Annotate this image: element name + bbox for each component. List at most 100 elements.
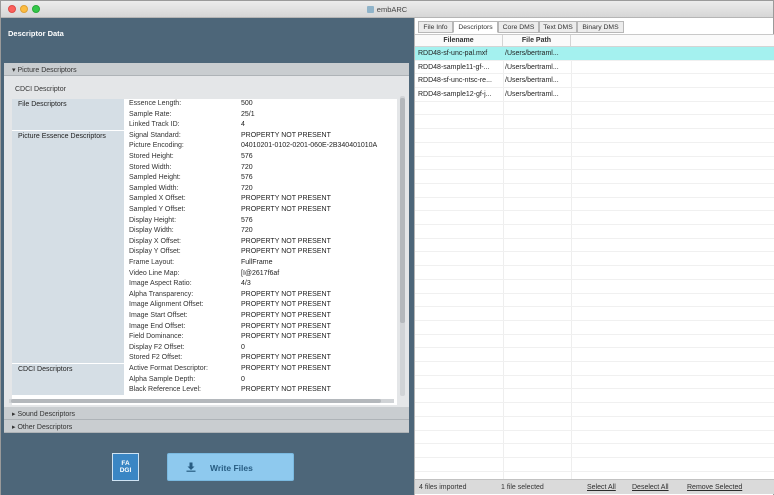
descriptor-value: 576 bbox=[241, 153, 253, 160]
descriptor-value: 720 bbox=[241, 184, 253, 192]
descriptor-row: Essence Length: 500 bbox=[124, 99, 397, 110]
descriptor-value: PROPERTY NOT PRESENT bbox=[241, 131, 331, 139]
descriptor-row: Alpha Transparency: PROPERTY NOT PRESENT bbox=[124, 290, 397, 301]
fadgi-logo: FA DGI bbox=[112, 453, 139, 481]
descriptor-key: Picture Encoding: bbox=[129, 142, 184, 150]
descriptor-row: Display Height: 576 bbox=[124, 216, 397, 227]
scrollbar-thumb[interactable] bbox=[11, 399, 381, 403]
descriptor-value: 720 bbox=[241, 163, 253, 171]
empty-row bbox=[415, 348, 774, 363]
descriptor-key: Frame Layout: bbox=[129, 259, 175, 266]
file-row[interactable]: RDD48-sample12-gf-j... /Users/bertraml... bbox=[415, 88, 774, 102]
empty-row bbox=[415, 294, 774, 308]
descriptor-key: Black Reference Level: bbox=[129, 386, 201, 394]
title-bar[interactable]: embARC bbox=[1, 1, 773, 18]
descriptor-value: 576 bbox=[241, 174, 253, 182]
section-cdci-descriptors: CDCI Descriptors bbox=[12, 364, 124, 396]
other-descriptors-label: ▸ Other Descriptors bbox=[12, 424, 73, 431]
logo-line2: DGI bbox=[119, 467, 132, 474]
vertical-scrollbar[interactable] bbox=[400, 96, 405, 396]
empty-row bbox=[415, 198, 774, 212]
descriptor-value: PROPERTY NOT PRESENT bbox=[241, 333, 331, 341]
descriptor-row: Image Aspect Ratio: 4/3 bbox=[124, 279, 397, 290]
descriptor-value: PROPERTY NOT PRESENT bbox=[241, 290, 331, 298]
descriptor-key: Sampled Width: bbox=[129, 184, 179, 192]
empty-row bbox=[415, 335, 774, 349]
tab-text-dms[interactable]: Text DMS bbox=[539, 21, 577, 33]
file-name: RDD48-sample11-gf-... bbox=[418, 63, 490, 71]
empty-row bbox=[415, 170, 774, 184]
empty-row bbox=[415, 253, 774, 267]
descriptor-key: Display X Offset: bbox=[129, 237, 182, 245]
scrollbar-thumb[interactable] bbox=[400, 98, 405, 323]
file-path: /Users/bertraml... bbox=[505, 91, 559, 99]
descriptor-value: PROPERTY NOT PRESENT bbox=[241, 206, 331, 213]
descriptor-value: 720 bbox=[241, 227, 253, 235]
file-row[interactable]: RDD48-sf-unc-pal.mxf/Users/bertraml... bbox=[415, 47, 774, 61]
descriptor-row: Display X Offset: PROPERTY NOT PRESENT bbox=[124, 237, 397, 248]
empty-row bbox=[415, 403, 774, 417]
horizontal-scrollbar[interactable] bbox=[9, 399, 394, 403]
picture-descriptors-toggle[interactable]: ▾ Picture Descriptors bbox=[4, 63, 409, 76]
descriptor-key: Stored F2 Offset: bbox=[129, 354, 183, 362]
section-picture-essence-descriptors: Picture Essence Descriptors bbox=[12, 130, 124, 364]
descriptor-value: PROPERTY NOT PRESENT bbox=[241, 248, 331, 256]
descriptor-value: 25/1 bbox=[241, 110, 255, 118]
empty-row bbox=[415, 280, 774, 294]
tab-core-dms[interactable]: Core DMS bbox=[498, 21, 539, 33]
descriptor-key: Image Start Offset: bbox=[129, 312, 188, 319]
descriptor-value: 576 bbox=[241, 216, 253, 224]
descriptor-key: Field Dominance: bbox=[129, 333, 184, 341]
column-header-filename[interactable]: Filename bbox=[415, 35, 503, 47]
file-name: RDD48-sf-unc-ntsc-re... bbox=[418, 77, 492, 85]
descriptor-key: Video Line Map: bbox=[129, 269, 180, 277]
tab-file-info[interactable]: File Info bbox=[418, 21, 453, 33]
tab-binary-dms[interactable]: Binary DMS bbox=[577, 21, 624, 33]
section-label: Picture Essence Descriptors bbox=[18, 132, 106, 140]
descriptor-row: Active Format Descriptor: PROPERTY NOT PR… bbox=[124, 364, 397, 375]
descriptor-value: FullFrame bbox=[241, 259, 273, 266]
descriptor-key: Display Height: bbox=[129, 216, 177, 224]
write-files-label: Write Files bbox=[210, 463, 253, 473]
empty-row bbox=[415, 321, 774, 335]
file-row[interactable]: RDD48-sf-unc-ntsc-re... /Users/bertraml..… bbox=[415, 74, 774, 89]
tab-descriptors[interactable]: Descriptors bbox=[453, 21, 498, 33]
descriptor-key: Image Aspect Ratio: bbox=[129, 280, 192, 288]
download-icon bbox=[186, 462, 196, 472]
deselect-all-link[interactable]: Deselect All bbox=[632, 484, 669, 491]
files-selected-count: 1 file selected bbox=[501, 484, 544, 491]
descriptor-key: Sampled Y Offset: bbox=[129, 206, 186, 213]
empty-row bbox=[415, 444, 774, 458]
descriptor-value: 04010201-0102-0201-060E-2B340401010A bbox=[241, 142, 378, 150]
sound-descriptors-toggle[interactable]: ▸ Sound Descriptors bbox=[4, 407, 409, 420]
descriptor-row: Sampled Height: 576 bbox=[124, 173, 397, 184]
descriptor-row: Signal Standard: PROPERTY NOT PRESENT bbox=[124, 131, 397, 142]
descriptor-key: Alpha Transparency: bbox=[129, 290, 194, 298]
descriptor-row: Alpha Sample Depth: 0 bbox=[124, 375, 397, 386]
column-header-file-path[interactable]: File Path bbox=[503, 35, 571, 47]
file-row[interactable]: RDD48-sample11-gf-... /Users/bertraml... bbox=[415, 61, 774, 75]
descriptor-row: Display Y Offset: PROPERTY NOT PRESENT bbox=[124, 247, 397, 258]
descriptor-row: Image End Offset: PROPERTY NOT PRESENT bbox=[124, 322, 397, 333]
app-icon bbox=[366, 6, 374, 13]
cdci-descriptor-title: CDCI Descriptor bbox=[15, 86, 66, 93]
file-panel: File Info Descriptors Core DMS Text DMS … bbox=[414, 18, 774, 495]
other-descriptors-toggle[interactable]: ▸ Other Descriptors bbox=[4, 420, 409, 433]
select-all-link[interactable]: Select All bbox=[587, 484, 616, 491]
descriptor-key: Display Y Offset: bbox=[129, 248, 181, 256]
remove-selected-link[interactable]: Remove Selected bbox=[687, 484, 742, 491]
descriptor-row: Stored Width: 720 bbox=[124, 163, 397, 174]
write-files-button[interactable]: Write Files bbox=[167, 453, 294, 481]
descriptor-key: Essence Length: bbox=[129, 100, 182, 107]
section-label: CDCI Descriptors bbox=[18, 366, 73, 373]
empty-row bbox=[415, 143, 774, 157]
empty-row bbox=[415, 157, 774, 171]
picture-descriptors-content: CDCI Descriptor File Descriptors Picture… bbox=[4, 76, 409, 408]
column-header-empty bbox=[571, 35, 774, 47]
empty-row bbox=[415, 266, 774, 280]
status-bar: 4 files imported 1 file selected Select … bbox=[415, 479, 774, 494]
file-path: /Users/bertraml... bbox=[505, 63, 559, 71]
files-imported-count: 4 files imported bbox=[419, 484, 467, 491]
descriptor-row: Image Alignment Offset: PROPERTY NOT PRES… bbox=[124, 300, 397, 311]
descriptor-row: Video Line Map: [I@2617f6af bbox=[124, 269, 397, 280]
